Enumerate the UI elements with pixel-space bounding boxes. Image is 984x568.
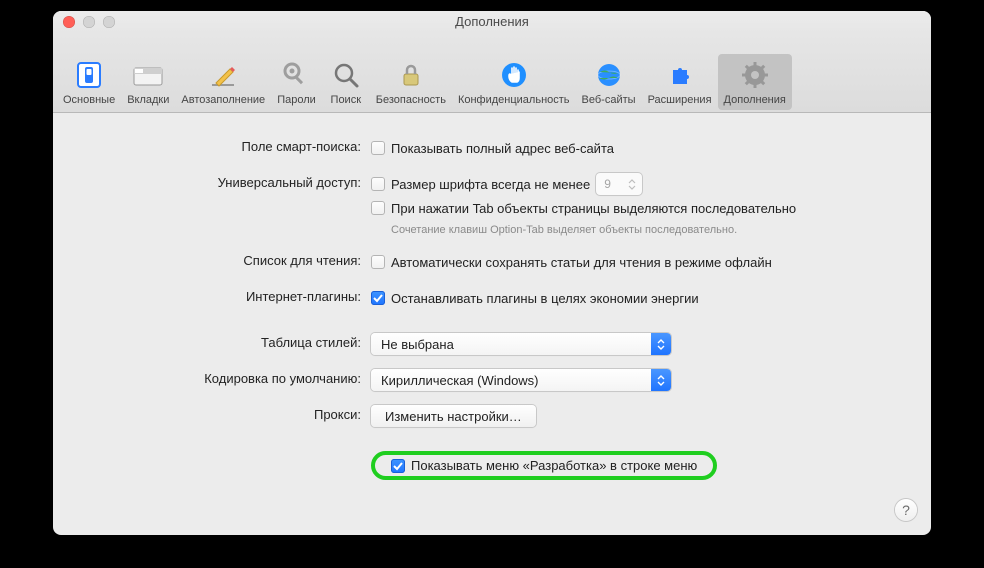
search-icon	[330, 58, 362, 92]
chevron-updown-icon	[651, 333, 671, 355]
pencil-icon	[207, 58, 239, 92]
checkbox-save-offline[interactable]: Автоматически сохранять статьи для чтени…	[371, 251, 921, 273]
toolbar-item-privacy[interactable]: Конфиденциальность	[452, 54, 576, 110]
chevron-updown-icon	[651, 369, 671, 391]
button-label: Изменить настройки…	[385, 409, 522, 424]
checkbox-label: Останавливать плагины в целях экономии э…	[391, 291, 699, 306]
checkbox-min-font-size[interactable]: Размер шрифта всегда не менее 9	[371, 173, 921, 195]
spacer	[63, 451, 371, 453]
close-button[interactable]	[63, 16, 75, 28]
select-value: Не выбрана	[381, 337, 454, 352]
select-stylesheet[interactable]: Не выбрана	[371, 333, 671, 355]
puzzle-icon	[664, 58, 696, 92]
titlebar[interactable]: Дополнения	[53, 11, 931, 33]
toolbar-label: Основные	[63, 94, 115, 106]
label-stylesheet: Таблица стилей:	[63, 333, 371, 350]
checkbox-tab-highlight[interactable]: При нажатии Tab объекты страницы выделяю…	[371, 197, 921, 219]
toolbar-item-general[interactable]: Основные	[57, 54, 121, 110]
checkbox-icon	[371, 201, 385, 215]
toolbar-label: Поиск	[331, 94, 361, 106]
checkbox-label: Показывать полный адрес веб-сайта	[391, 141, 614, 156]
tabs-icon	[132, 58, 164, 92]
toolbar-item-extensions[interactable]: Расширения	[642, 54, 718, 110]
checkbox-label: Размер шрифта всегда не менее	[391, 177, 590, 192]
hand-icon	[498, 58, 530, 92]
select-value: Кириллическая (Windows)	[381, 373, 539, 388]
label-proxies: Прокси:	[63, 405, 371, 422]
zoom-button	[103, 16, 115, 28]
checkbox-icon	[371, 291, 385, 305]
button-change-proxy-settings[interactable]: Изменить настройки…	[371, 405, 536, 427]
toolbar-label: Расширения	[648, 94, 712, 106]
label-accessibility: Универсальный доступ:	[63, 173, 371, 190]
toolbar-item-advanced[interactable]: Дополнения	[718, 54, 792, 110]
label-encoding: Кодировка по умолчанию:	[63, 369, 371, 386]
help-button[interactable]: ?	[895, 499, 917, 521]
preferences-content: Поле смарт-поиска: Показывать полный адр…	[53, 113, 931, 494]
switch-icon	[73, 58, 105, 92]
checkbox-label: Показывать меню «Разработка» в строке ме…	[411, 458, 697, 473]
select-encoding[interactable]: Кириллическая (Windows)	[371, 369, 671, 391]
window-title: Дополнения	[455, 11, 529, 33]
toolbar-label: Пароли	[277, 94, 316, 106]
toolbar-item-autofill[interactable]: Автозаполнение	[175, 54, 271, 110]
label-plugins: Интернет-плагины:	[63, 287, 371, 304]
preferences-toolbar: Основные Вкладки Автозаполнение Пароли	[53, 33, 931, 113]
chevron-updown-icon	[622, 173, 642, 195]
toolbar-label: Автозаполнение	[181, 94, 265, 106]
checkbox-label: Автоматически сохранять статьи для чтени…	[391, 255, 772, 270]
toolbar-item-security[interactable]: Безопасность	[370, 54, 452, 110]
checkbox-stop-plugins[interactable]: Останавливать плагины в целях экономии э…	[371, 287, 921, 309]
hint-option-tab: Сочетание клавиш Option-Tab выделяет объ…	[391, 223, 921, 237]
preferences-window: Дополнения Основные Вкладки Автозап	[53, 11, 931, 535]
checkbox-label: При нажатии Tab объекты страницы выделяю…	[391, 201, 796, 216]
checkbox-icon	[371, 255, 385, 269]
toolbar-label: Конфиденциальность	[458, 94, 570, 106]
toolbar-label: Безопасность	[376, 94, 446, 106]
select-value: 9	[604, 177, 611, 191]
label-smart-search: Поле смарт-поиска:	[63, 137, 371, 154]
toolbar-item-tabs[interactable]: Вкладки	[121, 54, 175, 110]
checkbox-icon	[371, 141, 385, 155]
toolbar-item-search[interactable]: Поиск	[322, 54, 370, 110]
minimize-button	[83, 16, 95, 28]
checkbox-show-full-address[interactable]: Показывать полный адрес веб-сайта	[371, 137, 921, 159]
key-icon	[280, 58, 312, 92]
highlight-develop-menu: Показывать меню «Разработка» в строке ме…	[371, 451, 717, 480]
traffic-lights	[63, 16, 115, 28]
toolbar-label: Вкладки	[127, 94, 169, 106]
lock-icon	[395, 58, 427, 92]
checkbox-icon	[371, 177, 385, 191]
gear-icon	[739, 58, 771, 92]
label-reading-list: Список для чтения:	[63, 251, 371, 268]
toolbar-item-websites[interactable]: Веб-сайты	[576, 54, 642, 110]
toolbar-label: Веб-сайты	[582, 94, 636, 106]
globe-icon	[593, 58, 625, 92]
toolbar-item-passwords[interactable]: Пароли	[271, 54, 322, 110]
help-icon: ?	[902, 502, 910, 518]
checkbox-show-develop-menu[interactable]: Показывать меню «Разработка» в строке ме…	[391, 458, 697, 473]
select-min-font-size[interactable]: 9	[596, 173, 642, 195]
toolbar-label: Дополнения	[724, 94, 786, 106]
checkbox-icon	[391, 459, 405, 473]
